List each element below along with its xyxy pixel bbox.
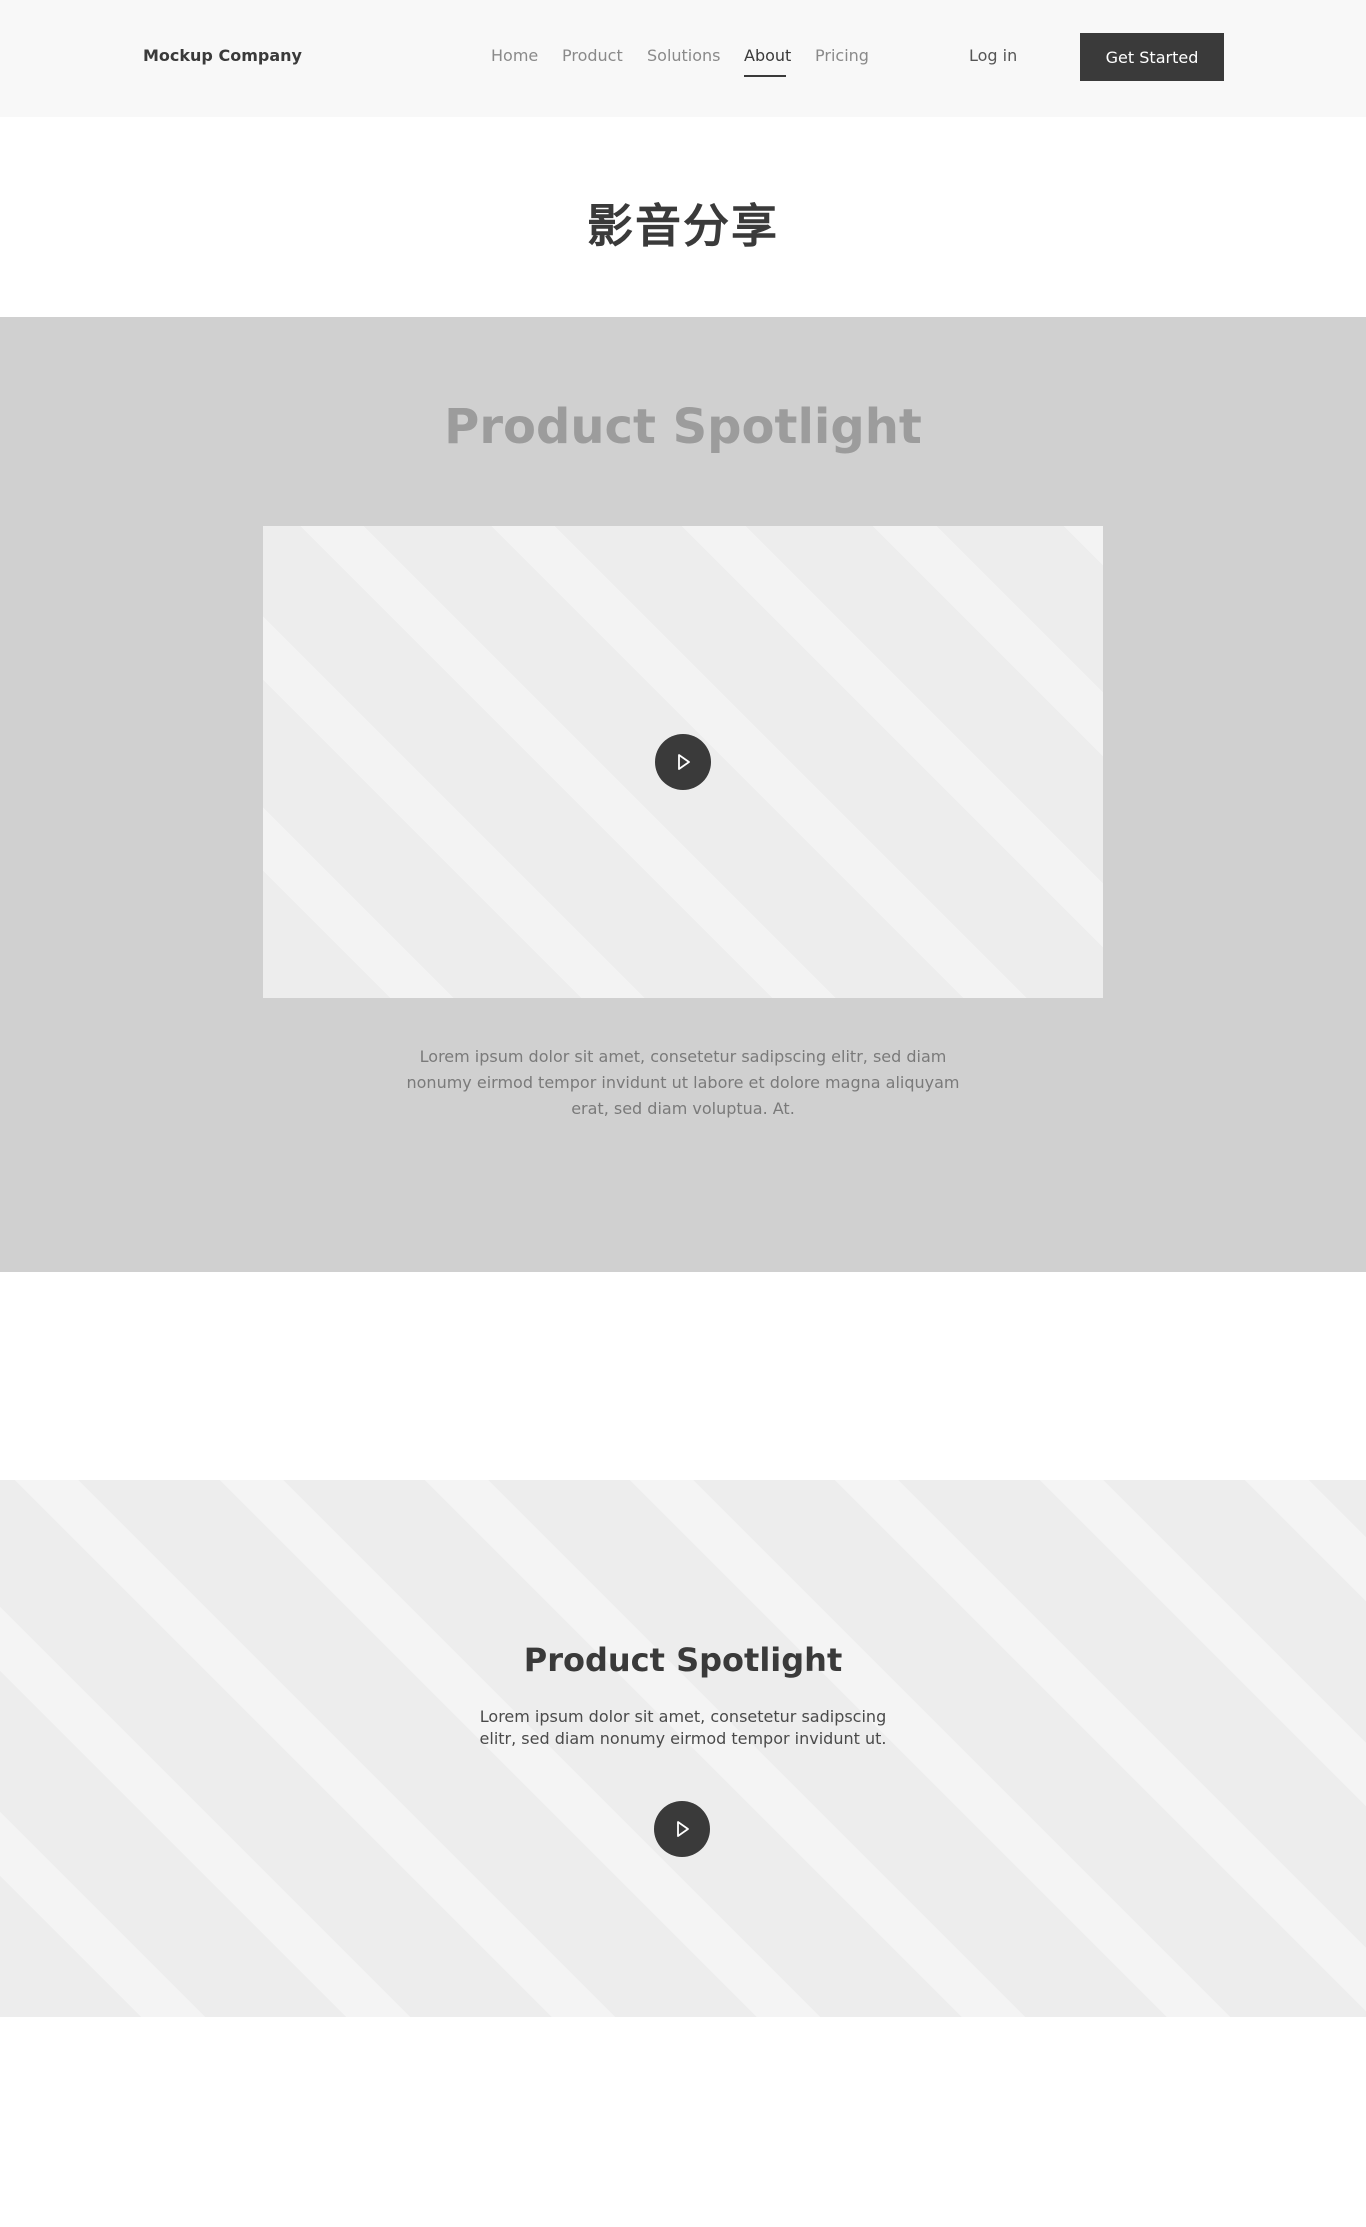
play-icon — [677, 1821, 689, 1837]
page: Mockup Company Home Product Solutions Ab… — [0, 0, 1366, 2227]
nav-solutions[interactable]: Solutions — [647, 46, 721, 65]
play-button[interactable] — [655, 734, 711, 790]
nav-pricing[interactable]: Pricing — [815, 46, 869, 65]
nav-active-indicator — [744, 75, 786, 77]
play-icon — [678, 754, 690, 770]
spotlight-video-description: Lorem ipsum dolor sit amet, consetetur s… — [406, 1047, 960, 1118]
spotlight-banner-section: Product Spotlight Lorem ipsum dolor sit … — [0, 1480, 1366, 2017]
spotlight-video-section: Product Spotlight Lorem ipsum dolor sit … — [0, 317, 1366, 1272]
get-started-button[interactable]: Get Started — [1080, 33, 1224, 81]
nav-product[interactable]: Product — [562, 46, 623, 65]
spotlight-video-title: Product Spotlight — [444, 399, 922, 455]
video-player[interactable] — [263, 526, 1103, 998]
spotlight-banner-title: Product Spotlight — [523, 1641, 843, 1679]
brand-logo[interactable]: Mockup Company — [143, 46, 302, 65]
site-header: Mockup Company Home Product Solutions Ab… — [0, 0, 1366, 117]
spotlight-banner-description: Lorem ipsum dolor sit amet, consetetur s… — [479, 1707, 887, 1748]
page-title: 影音分享 — [587, 199, 779, 253]
nav-home[interactable]: Home — [491, 46, 538, 65]
nav-about[interactable]: About — [744, 46, 791, 65]
login-link[interactable]: Log in — [969, 46, 1017, 65]
banner-play-button[interactable] — [654, 1801, 710, 1857]
